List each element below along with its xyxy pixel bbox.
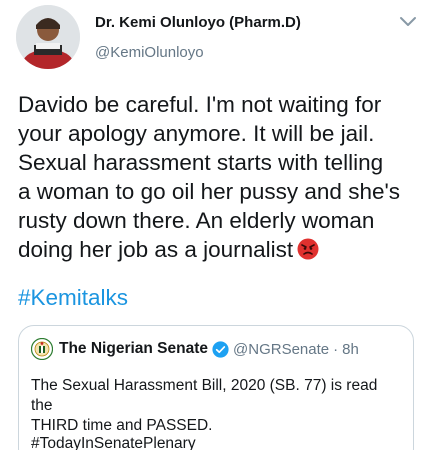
- senate-seal-icon: [31, 338, 53, 360]
- quoted-tweet-text: The Sexual Harassment Bill, 2020 (SB. 77…: [31, 377, 378, 434]
- tweet-header: Dr. Kemi Olunloyo (Pharm.D) @KemiOlunloy…: [0, 0, 428, 80]
- tweet-text: Davido be careful. I'm not waiting for y…: [18, 90, 418, 264]
- author-handle[interactable]: @KemiOlunloyo: [95, 44, 204, 61]
- tweet-hashtag[interactable]: #Kemitalks: [18, 285, 128, 311]
- avatar-image: [16, 5, 80, 69]
- quoted-timestamp[interactable]: 8h: [342, 341, 359, 358]
- angry-face-emoji-icon: [297, 238, 319, 260]
- quoted-handle[interactable]: @NGRSenate: [233, 341, 329, 358]
- meta-separator: ·: [333, 340, 339, 358]
- author-avatar[interactable]: [16, 5, 80, 69]
- quoted-tweet-hashtag[interactable]: #TodayInSenatePlenary: [31, 435, 196, 450]
- chevron-down-icon[interactable]: [398, 15, 418, 29]
- author-display-name[interactable]: Dr. Kemi Olunloyo (Pharm.D): [95, 14, 301, 31]
- quoted-tweet-header: The Nigerian Senate @NGRSenate · 8h: [31, 337, 359, 361]
- quoted-tweet-card[interactable]: The Nigerian Senate @NGRSenate · 8h The …: [18, 325, 414, 450]
- quoted-display-name[interactable]: The Nigerian Senate: [59, 340, 208, 358]
- tweet-body: Davido be careful. I'm not waiting for y…: [18, 92, 401, 262]
- verified-badge-icon: [212, 340, 229, 358]
